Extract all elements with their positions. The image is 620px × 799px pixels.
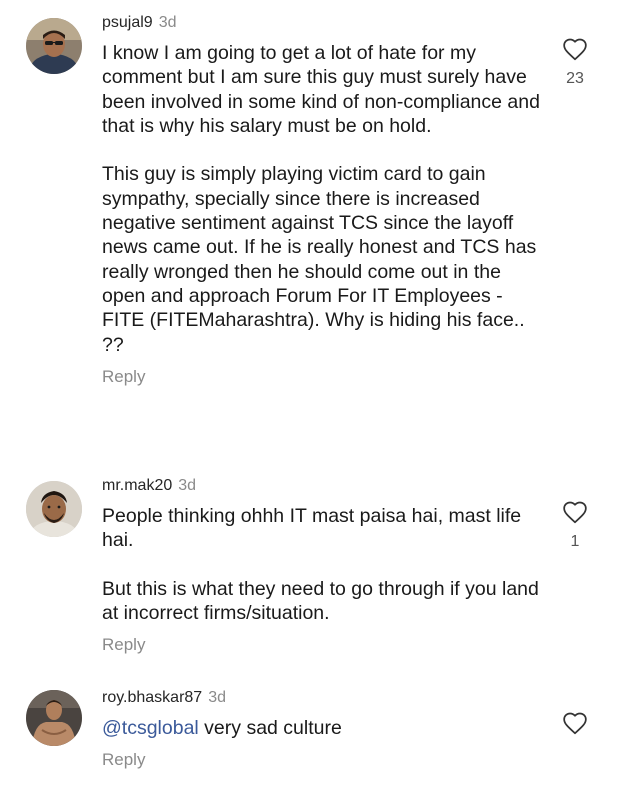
comment-paragraph: I know I am going to get a lot of hate f… bbox=[102, 42, 540, 137]
comment-paragraph: People thinking ohhh IT mast paisa hai, … bbox=[102, 505, 522, 552]
reply-button[interactable]: Reply bbox=[102, 367, 542, 387]
comment-paragraph: @tcsglobal very sad culture bbox=[102, 716, 542, 740]
username[interactable]: roy.bhaskar87 bbox=[102, 689, 202, 706]
comment-meta: mr.mak20 3d bbox=[102, 476, 542, 496]
heart-outline-icon[interactable] bbox=[562, 37, 588, 61]
avatar-image bbox=[26, 690, 82, 746]
comment-text-span: very sad culture bbox=[198, 717, 342, 739]
comment-text: People thinking ohhh IT mast paisa hai, … bbox=[102, 504, 542, 625]
avatar[interactable] bbox=[26, 18, 82, 74]
avatar[interactable] bbox=[26, 690, 82, 746]
comment-text: @tcsglobal very sad culture bbox=[102, 716, 542, 740]
avatar[interactable] bbox=[26, 481, 82, 537]
reply-button[interactable]: Reply bbox=[102, 635, 542, 655]
timestamp: 3d bbox=[178, 477, 197, 494]
timestamp: 3d bbox=[158, 14, 177, 31]
timestamp: 3d bbox=[208, 689, 226, 706]
comment-meta: roy.bhaskar87 3d bbox=[102, 688, 542, 708]
reply-button[interactable]: Reply bbox=[102, 750, 542, 770]
like-control: 1 bbox=[562, 500, 588, 551]
comment-paragraph: This guy is simply playing victim card t… bbox=[102, 163, 537, 356]
like-count: 1 bbox=[570, 533, 580, 550]
comment-text: I know I am going to get a lot of hate f… bbox=[102, 41, 542, 357]
avatar-image bbox=[26, 18, 82, 74]
avatar-image bbox=[26, 481, 82, 537]
like-control: 23 bbox=[562, 37, 588, 88]
heart-outline-icon[interactable] bbox=[562, 500, 588, 524]
username[interactable]: mr.mak20 bbox=[102, 477, 172, 494]
like-control bbox=[562, 711, 588, 744]
username[interactable]: psujal9 bbox=[102, 14, 153, 31]
comment-meta: psujal9 3d bbox=[102, 13, 542, 33]
mention-link[interactable]: @tcsglobal bbox=[102, 717, 199, 739]
like-count: 23 bbox=[566, 70, 584, 87]
heart-outline-icon[interactable] bbox=[562, 711, 588, 735]
comment-paragraph: But this is what they need to go through… bbox=[102, 577, 539, 625]
